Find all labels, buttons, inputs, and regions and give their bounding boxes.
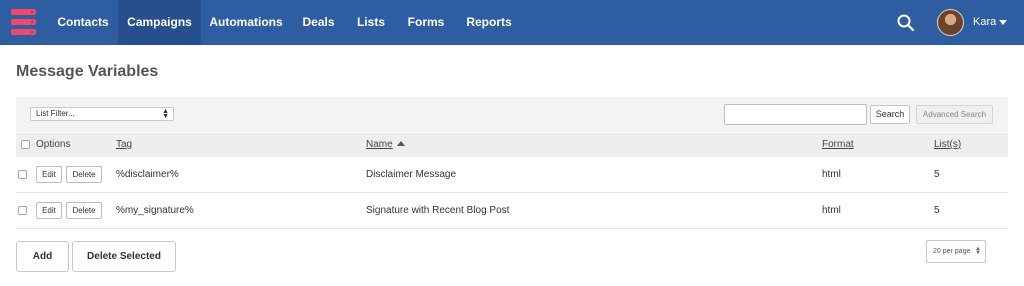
row-format: html <box>822 205 841 216</box>
chevron-down-icon[interactable] <box>999 20 1007 25</box>
row-checkbox[interactable] <box>18 206 27 215</box>
filter-toolbar: List Filter... ▲ ▼ Search Advanced Search <box>16 97 1008 132</box>
top-nav: Contacts Campaigns Automations Deals Lis… <box>0 0 1024 45</box>
search-icon[interactable] <box>895 12 917 34</box>
nav-automations[interactable]: Automations <box>201 0 291 45</box>
row-checkbox[interactable] <box>18 170 27 179</box>
header-lists[interactable]: List(s) <box>934 133 961 157</box>
table-header: Options Tag Name Format List(s) <box>16 133 1008 157</box>
delete-button[interactable]: Delete <box>66 202 102 219</box>
row-name: Disclaimer Message <box>366 169 457 180</box>
page-title: Message Variables <box>16 63 159 80</box>
header-tag[interactable]: Tag <box>116 133 132 157</box>
row-lists: 5 <box>934 205 940 216</box>
nav-reports[interactable]: Reports <box>456 0 522 45</box>
header-name[interactable]: Name <box>366 139 393 150</box>
header-format[interactable]: Format <box>822 133 854 157</box>
search-button[interactable]: Search <box>870 105 910 124</box>
list-filter-select[interactable]: List Filter... ▲ ▼ <box>30 107 174 121</box>
header-name-wrap[interactable]: Name <box>366 133 405 157</box>
select-arrows-icon: ▲ ▼ <box>975 246 981 256</box>
select-all-checkbox[interactable] <box>21 140 30 149</box>
sort-ascending-icon <box>396 141 405 146</box>
row-name: Signature with Recent Blog Post <box>366 205 510 216</box>
app-logo-icon[interactable] <box>11 9 36 35</box>
nav-contacts[interactable]: Contacts <box>48 0 118 45</box>
nav-lists[interactable]: Lists <box>346 0 396 45</box>
delete-button[interactable]: Delete <box>66 166 102 183</box>
row-tag: %disclaimer% <box>116 169 179 180</box>
edit-button[interactable]: Edit <box>36 166 62 183</box>
header-options: Options <box>36 139 71 150</box>
user-name[interactable]: Kara <box>973 0 996 45</box>
table-row: Edit Delete %disclaimer% Disclaimer Mess… <box>16 157 1008 193</box>
row-lists: 5 <box>934 169 940 180</box>
avatar[interactable] <box>937 9 964 36</box>
row-format: html <box>822 169 841 180</box>
row-tag: %my_signature% <box>116 205 194 216</box>
table-row: Edit Delete %my_signature% Signature wit… <box>16 193 1008 229</box>
edit-button[interactable]: Edit <box>36 202 62 219</box>
nav-campaigns[interactable]: Campaigns <box>118 0 201 45</box>
nav-deals[interactable]: Deals <box>291 0 346 45</box>
add-button[interactable]: Add <box>16 241 69 272</box>
delete-selected-button[interactable]: Delete Selected <box>72 241 176 272</box>
per-page-value: 20 per page <box>933 248 971 255</box>
search-input[interactable] <box>724 104 867 125</box>
nav-forms[interactable]: Forms <box>396 0 456 45</box>
list-filter-value: List Filter... <box>36 109 75 118</box>
per-page-select[interactable]: 20 per page ▲ ▼ <box>926 240 986 263</box>
select-arrows-icon: ▲ ▼ <box>162 108 169 120</box>
advanced-search-button[interactable]: Advanced Search <box>916 105 993 124</box>
